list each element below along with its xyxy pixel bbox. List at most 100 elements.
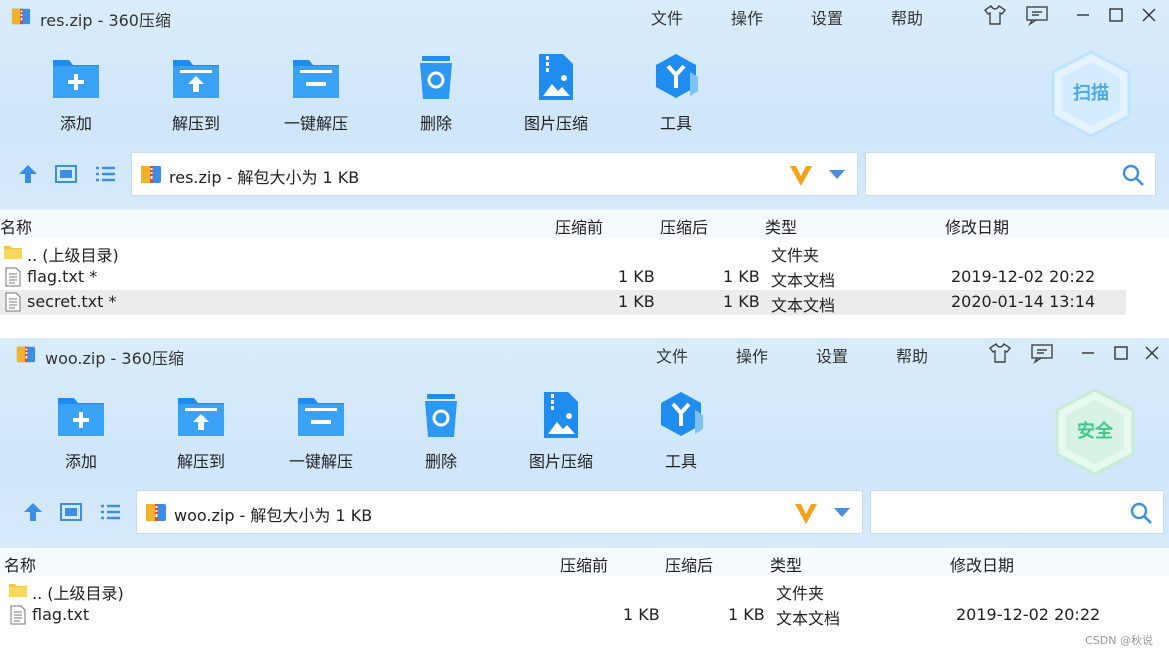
feedback-icon[interactable] <box>1024 3 1050 27</box>
close-icon[interactable] <box>1136 3 1162 27</box>
file-type: 文本文档 <box>771 296 836 315</box>
skin-icon[interactable] <box>987 341 1013 365</box>
window-title: res.zip - 360压缩 <box>40 11 171 30</box>
up-arrow-icon[interactable] <box>16 162 40 186</box>
maximize-icon[interactable] <box>1103 3 1129 27</box>
minimize-icon[interactable] <box>1070 3 1096 27</box>
window-title: woo.zip - 360压缩 <box>45 349 184 368</box>
list-item[interactable]: flag.txt * 1 KB 1 KB 文本文档 2019-12-02 20:… <box>0 265 1126 290</box>
search-box[interactable] <box>870 490 1164 534</box>
one-click-extract-button[interactable]: 一键解压 <box>271 390 371 474</box>
one-click-extract-button[interactable]: 一键解压 <box>266 52 366 136</box>
address-bar[interactable]: res.zip - 解包大小为 1 KB <box>131 152 858 196</box>
extract-folder-icon <box>178 398 224 436</box>
tools-button[interactable]: 工具 <box>631 390 731 474</box>
skin-icon[interactable] <box>982 3 1008 27</box>
delete-button[interactable]: 删除 <box>386 52 486 136</box>
text-file-icon <box>3 292 23 312</box>
column-name[interactable]: 名称 <box>0 214 32 238</box>
up-arrow-icon[interactable] <box>21 500 45 524</box>
menu-file[interactable]: 文件 <box>656 343 688 367</box>
file-after-size: 1 KB <box>728 605 765 624</box>
file-before-size: 1 KB <box>618 267 655 286</box>
minimize-icon[interactable] <box>1075 341 1101 365</box>
feedback-icon[interactable] <box>1029 341 1055 365</box>
file-after-size: 1 KB <box>723 267 760 286</box>
security-badge-label: 安全 <box>1077 420 1114 442</box>
address-bar[interactable]: woo.zip - 解包大小为 1 KB <box>136 490 863 534</box>
list-item-selected[interactable]: secret.txt * 1 KB 1 KB 文本文档 2020-01-14 1… <box>0 290 1126 315</box>
file-name: flag.txt <box>32 605 90 624</box>
v-logo-icon[interactable] <box>788 162 814 188</box>
column-modified[interactable]: 修改日期 <box>950 552 1014 576</box>
menu-file[interactable]: 文件 <box>651 5 683 29</box>
file-list-header: 名称 压缩前 压缩后 类型 修改日期 <box>0 548 1169 576</box>
search-box[interactable] <box>865 152 1156 196</box>
menu-help[interactable]: 帮助 <box>896 343 928 367</box>
file-modified: 2019-12-02 20:22 <box>951 267 1096 286</box>
list-view-icon[interactable] <box>98 500 122 524</box>
column-name[interactable]: 名称 <box>4 552 36 576</box>
maximize-icon[interactable] <box>1108 341 1134 365</box>
search-input[interactable] <box>872 161 1112 187</box>
trash-icon <box>420 56 452 99</box>
column-after-size[interactable]: 压缩后 <box>665 552 713 576</box>
file-type: 文本文档 <box>776 609 841 628</box>
search-icon[interactable] <box>1129 501 1153 525</box>
title-bar: res.zip - 360压缩 文件 操作 设置 帮助 <box>0 0 1169 32</box>
archive-window-res: res.zip - 360压缩 文件 操作 设置 帮助 添加 解压到 一键解压 <box>0 0 1169 333</box>
search-input[interactable] <box>877 499 1117 525</box>
file-before-size: 1 KB <box>623 605 660 624</box>
zip-file-icon <box>145 501 167 523</box>
file-type: 文件夹 <box>776 584 825 603</box>
add-label: 添加 <box>59 114 92 133</box>
file-modified: 2020-01-14 13:14 <box>951 292 1096 311</box>
chevron-down-icon[interactable] <box>828 167 846 181</box>
tools-button[interactable]: 工具 <box>626 52 726 136</box>
delete-label: 删除 <box>419 114 452 133</box>
list-item[interactable]: .. (上级目录) 文件夹 <box>5 578 1131 603</box>
file-before-size: 1 KB <box>618 292 655 311</box>
image-compress-button[interactable]: 图片压缩 <box>511 390 611 474</box>
column-after-size[interactable]: 压缩后 <box>660 214 708 238</box>
column-before-size[interactable]: 压缩前 <box>555 214 603 238</box>
menu-settings[interactable]: 设置 <box>811 5 843 29</box>
add-button[interactable]: 添加 <box>31 390 131 474</box>
extract-to-button[interactable]: 解压到 <box>146 52 246 136</box>
file-type: 文本文档 <box>771 271 836 290</box>
thumbnail-view-icon[interactable] <box>59 500 83 524</box>
folder-icon <box>3 242 23 262</box>
trash-icon <box>425 394 457 437</box>
image-compress-label: 图片压缩 <box>523 114 588 133</box>
search-icon[interactable] <box>1121 163 1145 187</box>
menu-settings[interactable]: 设置 <box>816 343 848 367</box>
file-name: secret.txt * <box>27 292 117 311</box>
text-file-icon <box>8 605 28 625</box>
delete-button[interactable]: 删除 <box>391 390 491 474</box>
archive-window-woo: woo.zip - 360压缩 文件 操作 设置 帮助 添加 解压到 一键解压 <box>0 338 1169 656</box>
column-modified[interactable]: 修改日期 <box>945 214 1009 238</box>
add-button[interactable]: 添加 <box>26 52 126 136</box>
list-item[interactable]: .. (上级目录) 文件夹 <box>0 240 1126 265</box>
add-folder-icon <box>53 60 99 98</box>
column-before-size[interactable]: 压缩前 <box>560 552 608 576</box>
v-logo-icon[interactable] <box>793 500 819 526</box>
extract-to-button[interactable]: 解压到 <box>151 390 251 474</box>
menu-operation[interactable]: 操作 <box>736 343 768 367</box>
one-click-extract-icon <box>298 398 344 436</box>
list-item[interactable]: flag.txt 1 KB 1 KB 文本文档 2019-12-02 20:22 <box>5 603 1131 628</box>
close-icon[interactable] <box>1139 341 1165 365</box>
list-view-icon[interactable] <box>93 162 117 186</box>
one-click-extract-label: 一键解压 <box>288 452 353 471</box>
scan-badge[interactable]: 扫描 <box>1050 50 1132 138</box>
zip-app-icon <box>10 6 32 26</box>
menu-operation[interactable]: 操作 <box>731 5 763 29</box>
one-click-extract-label: 一键解压 <box>283 114 348 133</box>
chevron-down-icon[interactable] <box>833 505 851 519</box>
column-type[interactable]: 类型 <box>765 214 797 238</box>
image-compress-button[interactable]: 图片压缩 <box>506 52 606 136</box>
menu-help[interactable]: 帮助 <box>891 5 923 29</box>
column-type[interactable]: 类型 <box>770 552 802 576</box>
thumbnail-view-icon[interactable] <box>54 162 78 186</box>
security-badge[interactable]: 安全 <box>1054 388 1136 476</box>
